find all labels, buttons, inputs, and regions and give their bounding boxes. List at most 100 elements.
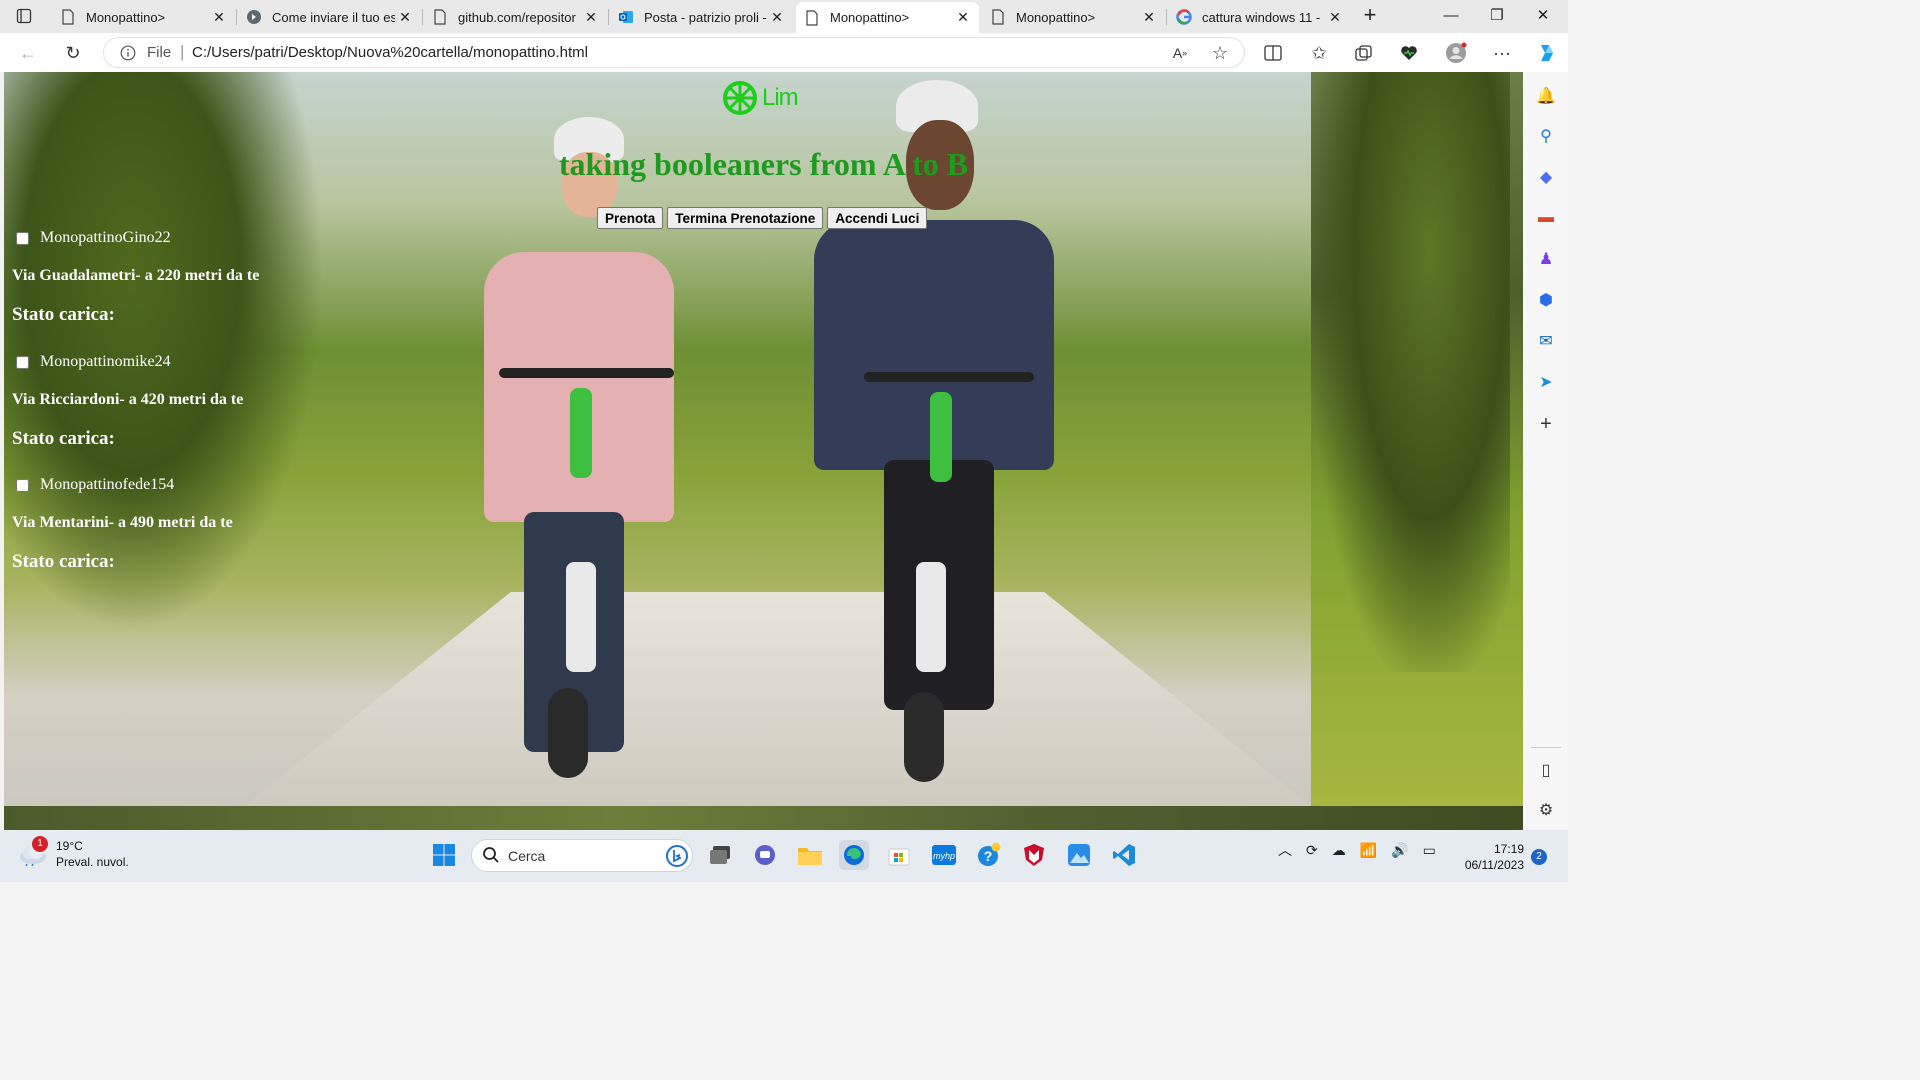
collections-icon[interactable] — [1350, 39, 1378, 67]
tab-cattura-windows[interactable]: cattura windows 11 - ✕ — [1168, 4, 1351, 30]
book-button[interactable]: Prenota — [597, 207, 664, 229]
weather-widget[interactable]: 1 19°C Preval. nuvol. — [18, 836, 129, 870]
browser-toolbar: ← ↻ File | C:/Users/patri/Desktop/Nuova%… — [0, 33, 1568, 72]
extension-heart-icon[interactable] — [1395, 39, 1423, 67]
bell-icon[interactable]: 🔔 — [1536, 86, 1556, 106]
close-icon[interactable]: ✕ — [395, 9, 415, 26]
lime-logo: Lim — [722, 80, 799, 116]
favorites-icon[interactable]: ✩ — [1305, 39, 1333, 67]
new-tab-icon[interactable]: + — [1358, 4, 1382, 28]
google-icon — [1176, 9, 1192, 25]
tag-icon[interactable]: ◆ — [1536, 167, 1556, 187]
tab-title: Monopattino> — [830, 10, 910, 25]
close-icon[interactable]: ✕ — [767, 9, 787, 26]
windows-taskbar: 1 19°C Preval. nuvol. Cerca myhp ? ︿ ⟳ ☁… — [0, 830, 1568, 882]
microsoft-store-icon[interactable] — [884, 840, 914, 870]
file-explorer-icon[interactable] — [795, 840, 825, 870]
scooter-body — [566, 562, 596, 672]
scooter-handlebar — [499, 368, 674, 378]
mcafee-icon[interactable] — [1019, 840, 1049, 870]
close-icon[interactable]: ✕ — [1325, 9, 1345, 26]
chevron-up-icon[interactable]: ︿ — [1278, 840, 1292, 860]
search-icon[interactable]: ⚲ — [1536, 126, 1556, 146]
end-booking-button[interactable]: Termina Prenotazione — [667, 207, 824, 229]
restore-icon[interactable]: ❐ — [1474, 4, 1520, 28]
tab-come-inviare[interactable]: Come inviare il tuo es ✕ — [238, 4, 421, 30]
url-divider: | — [180, 42, 185, 61]
close-icon[interactable]: ✕ — [581, 9, 601, 26]
favorite-star-icon[interactable]: ☆ — [1206, 39, 1234, 67]
tab-title: Posta - patrizio proli - — [644, 9, 767, 25]
cloud-offline-icon[interactable]: ☁ — [1332, 842, 1346, 859]
weather-desc: Preval. nuvol. — [56, 855, 129, 869]
get-help-icon[interactable]: ? — [974, 840, 1004, 870]
close-icon[interactable]: ✕ — [1139, 9, 1159, 26]
outlook-icon: O — [618, 9, 634, 25]
minimize-icon[interactable]: — — [1428, 4, 1474, 28]
close-icon[interactable]: ✕ — [953, 9, 973, 26]
task-view-icon[interactable] — [705, 840, 735, 870]
notification-badge[interactable]: 2 — [1531, 849, 1547, 865]
outlook-icon[interactable]: ✉ — [1536, 331, 1556, 351]
tab-actions-icon[interactable] — [8, 5, 40, 27]
charge-status-label: Stato carica: — [12, 304, 115, 325]
scooter-checkbox[interactable] — [16, 478, 29, 492]
more-menu-icon[interactable]: ··· — [1488, 39, 1516, 67]
scooter-stem — [570, 388, 592, 478]
tab-separator — [236, 9, 237, 25]
volume-icon[interactable]: 🔊 — [1391, 842, 1408, 859]
tab-github[interactable]: github.com/repositor ✕ — [424, 4, 607, 30]
scooter-item-mike24: Monopattinomike24 Via Ricciardoni- a 420… — [12, 353, 243, 450]
refresh-icon[interactable]: ↻ — [59, 39, 87, 67]
clock[interactable]: 17:19 06/11/2023 — [1458, 841, 1524, 873]
scooter-name: Monopattinomike24 — [40, 353, 171, 370]
svg-text:?: ? — [984, 848, 993, 864]
sweater-shape — [484, 252, 674, 522]
page-icon — [432, 9, 448, 25]
split-screen-icon[interactable] — [1259, 39, 1287, 67]
drop-icon[interactable]: ➤ — [1536, 372, 1556, 392]
gear-favicon-icon — [246, 9, 262, 25]
settings-gear-icon[interactable]: ⚙ — [1536, 800, 1556, 820]
page-icon — [990, 9, 1006, 25]
weather-badge: 1 — [32, 836, 48, 852]
add-icon[interactable]: + — [1536, 413, 1556, 435]
toolbox-icon[interactable]: ▬ — [1536, 208, 1556, 228]
system-tray: ︿ ⟳ ☁ 📶 🔊 ▭ — [1278, 840, 1436, 860]
scooter-checkbox[interactable] — [16, 231, 29, 245]
tab-monopattino-3[interactable]: Monopattino> ✕ — [982, 4, 1165, 30]
sync-icon[interactable]: ⟳ — [1306, 842, 1318, 859]
scooter-checkbox[interactable] — [16, 355, 29, 369]
edge-browser-icon[interactable] — [839, 840, 869, 870]
url-text[interactable]: C:/Users/patri/Desktop/Nuova%20cartella/… — [192, 44, 588, 61]
sidebar-toggle-icon[interactable]: ▯ — [1536, 760, 1556, 780]
close-icon[interactable]: ✕ — [209, 9, 229, 26]
search-placeholder: Cerca — [508, 848, 546, 864]
profile-avatar-icon[interactable] — [1442, 39, 1470, 67]
back-arrow-icon[interactable]: ← — [14, 39, 42, 67]
info-icon[interactable] — [120, 45, 136, 66]
tab-monopattino-1[interactable]: Monopattino> ✕ — [52, 4, 235, 30]
myhp-icon[interactable]: myhp — [929, 840, 959, 870]
scooter-item-fede154: Monopattinofede154 Via Mentarini- a 490 … — [12, 476, 233, 573]
teams-chat-icon[interactable] — [750, 840, 780, 870]
lights-on-button[interactable]: Accendi Luci — [827, 207, 928, 229]
copilot-icon[interactable] — [1532, 39, 1560, 67]
address-bar[interactable]: File | C:/Users/patri/Desktop/Nuova%20ca… — [103, 37, 1245, 68]
windows-start-icon[interactable] — [429, 840, 459, 870]
wifi-icon[interactable]: 📶 — [1360, 842, 1377, 859]
vscode-icon[interactable] — [1109, 840, 1139, 870]
tab-title: Monopattino> — [86, 9, 166, 25]
battery-icon[interactable]: ▭ — [1423, 842, 1436, 859]
close-window-icon[interactable]: ✕ — [1520, 4, 1566, 28]
scooter-address: Via Ricciardoni- a 420 metri da te — [12, 391, 244, 408]
m365-icon[interactable]: ⬢ — [1536, 290, 1556, 310]
taskbar-search[interactable]: Cerca — [471, 839, 693, 872]
tab-monopattino-active[interactable]: Monopattino> ✕ — [796, 2, 979, 33]
photos-icon[interactable] — [1064, 840, 1094, 870]
tab-title: Come inviare il tuo es — [272, 9, 395, 25]
tab-posta[interactable]: O Posta - patrizio proli - ✕ — [610, 4, 793, 30]
read-aloud-icon[interactable]: A» — [1166, 39, 1194, 67]
chess-icon[interactable]: ♟ — [1536, 249, 1556, 269]
charge-status-label: Stato carica: — [12, 551, 115, 572]
